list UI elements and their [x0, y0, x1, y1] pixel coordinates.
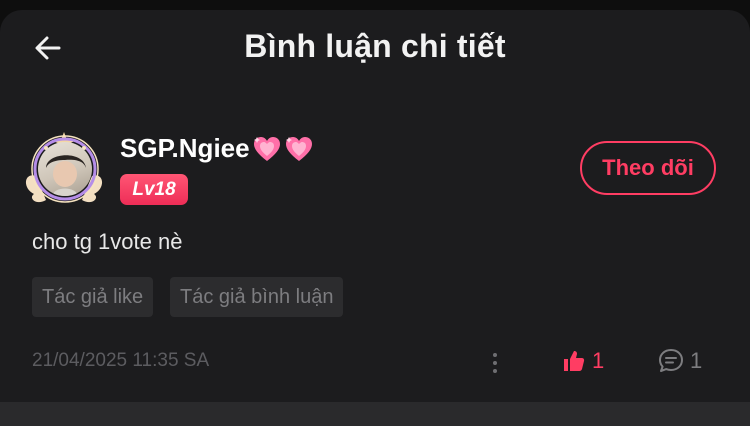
avatar[interactable] — [24, 128, 104, 208]
comment-timestamp: 21/04/2025 11:35 SA — [32, 350, 210, 371]
tag-author-liked: Tác giả like — [32, 277, 154, 317]
sparkling-heart-icon — [253, 136, 280, 161]
sparkling-heart-icon — [285, 136, 312, 161]
thumbs-up-icon — [564, 351, 585, 371]
reply-button[interactable]: 1 — [658, 348, 702, 374]
like-count: 1 — [592, 348, 605, 373]
more-options-button[interactable] — [484, 350, 506, 376]
username[interactable]: SGP.Ngiee — [120, 133, 314, 164]
username-text: SGP.Ngiee — [120, 133, 250, 163]
header: Bình luận chi tiết — [0, 18, 750, 74]
bottom-divider — [0, 402, 750, 426]
more-vertical-icon — [493, 353, 497, 373]
page-title: Bình luận chi tiết — [244, 28, 506, 64]
follow-button[interactable]: Theo dõi — [580, 141, 716, 195]
tag-author-commented: Tác giả bình luận — [170, 277, 344, 317]
reply-count: 1 — [690, 348, 703, 373]
level-badge: Lv18 — [120, 174, 188, 205]
like-button[interactable]: 1 — [562, 348, 604, 374]
comment-bubble-icon — [659, 349, 683, 372]
avatar-photo — [38, 142, 92, 196]
comment-text: cho tg 1vote nè — [32, 229, 183, 254]
username-hearts — [252, 134, 314, 164]
